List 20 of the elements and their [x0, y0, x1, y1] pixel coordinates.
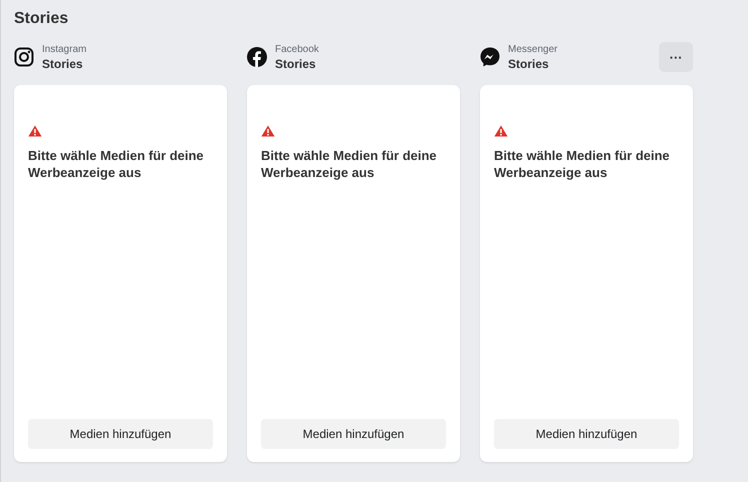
platform-label: Messenger — [508, 42, 558, 56]
add-media-button[interactable]: Medien hinzufügen — [494, 419, 679, 449]
placement-label: Stories — [508, 56, 550, 72]
facebook-icon — [247, 47, 267, 67]
platform-label: Instagram — [42, 42, 88, 56]
more-button[interactable]: ··· — [659, 42, 693, 72]
add-media-button[interactable]: Medien hinzufügen — [28, 419, 213, 449]
warning-icon — [261, 125, 275, 137]
warning-icon — [494, 125, 508, 137]
camera-icon — [14, 47, 34, 67]
warning-message: Bitte wähle Medien für deine Werbeanzeige aus — [261, 147, 438, 181]
placement-label: Stories — [275, 56, 317, 72]
warning-icon — [28, 125, 42, 137]
messenger-icon — [480, 47, 500, 67]
warning-message: Bitte wähle Medien für deine Werbeanzeige aus — [494, 147, 671, 181]
add-media-button[interactable]: Medien hinzufügen — [261, 419, 446, 449]
placement-label: Stories — [42, 56, 84, 72]
warning-message: Bitte wähle Medien für deine Werbeanzeige aus — [28, 147, 205, 181]
section-title: Stories — [14, 9, 70, 29]
platform-label: Facebook — [275, 42, 320, 56]
